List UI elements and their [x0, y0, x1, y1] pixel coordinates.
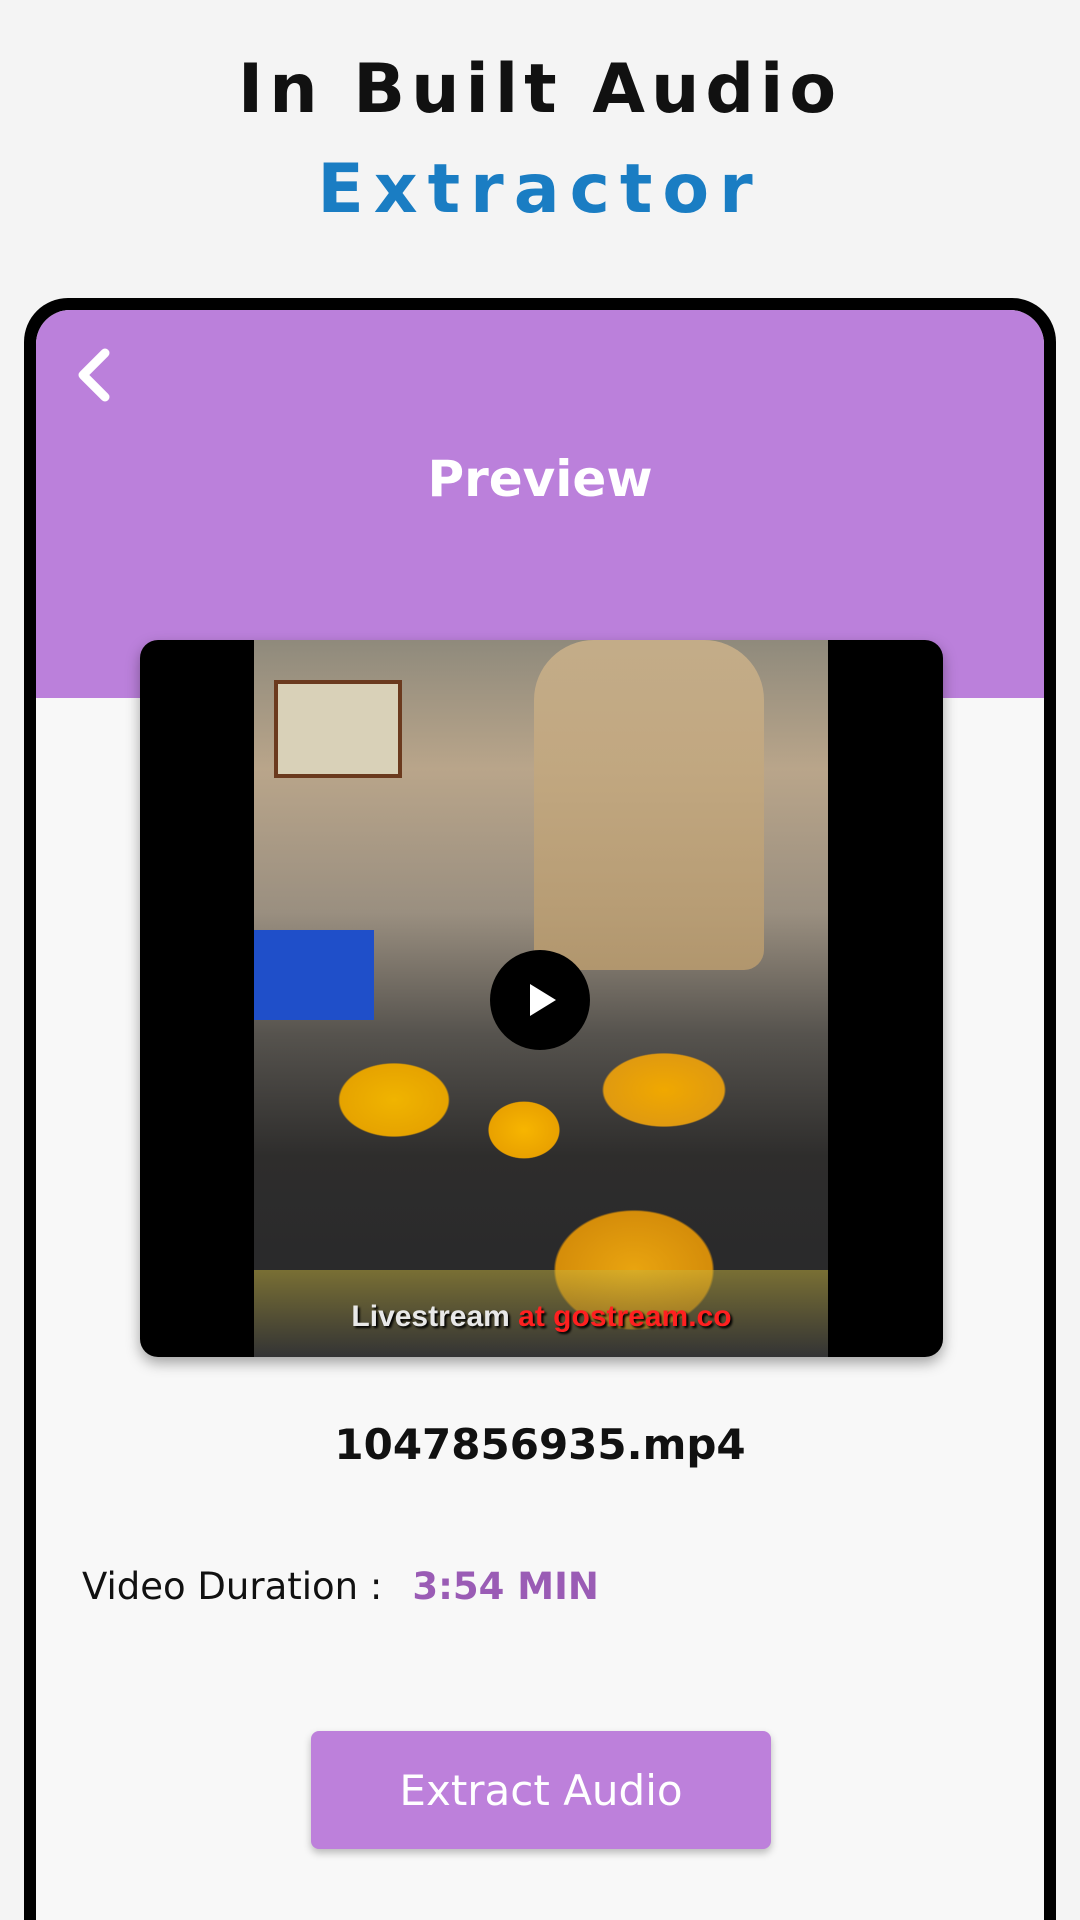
file-name: 1047856935.mp4: [334, 1420, 746, 1469]
thumbnail-person-shape: [534, 640, 764, 970]
extract-audio-button[interactable]: Extract Audio: [311, 1731, 771, 1849]
play-icon: [530, 984, 556, 1016]
phone-frame: Preview Livestream at gostream.co 104785…: [24, 298, 1056, 1920]
video-watermark: Livestream at gostream.co: [140, 1300, 943, 1334]
video-preview[interactable]: Livestream at gostream.co: [140, 640, 943, 1357]
watermark-prefix: Livestream: [351, 1300, 519, 1333]
page-title: Preview: [427, 450, 653, 508]
watermark-highlight: at gostream.co: [518, 1300, 732, 1333]
thumbnail-bin-shape: [254, 930, 374, 1020]
promo-headline: In Built Audio Extractor: [0, 40, 1080, 240]
chevron-left-icon: [78, 348, 110, 402]
duration-row: Video Duration : 3:54 MIN: [82, 1565, 599, 1608]
app-screen: Preview Livestream at gostream.co 104785…: [36, 310, 1044, 1920]
back-button[interactable]: [50, 330, 140, 420]
headline-line-1: In Built Audio: [237, 50, 843, 129]
duration-value: 3:54 MIN: [412, 1565, 599, 1608]
headline-line-2: Extractor: [317, 150, 763, 229]
thumbnail-sign-shape: [274, 680, 402, 778]
duration-label: Video Duration :: [82, 1565, 383, 1608]
play-button[interactable]: [490, 950, 590, 1050]
